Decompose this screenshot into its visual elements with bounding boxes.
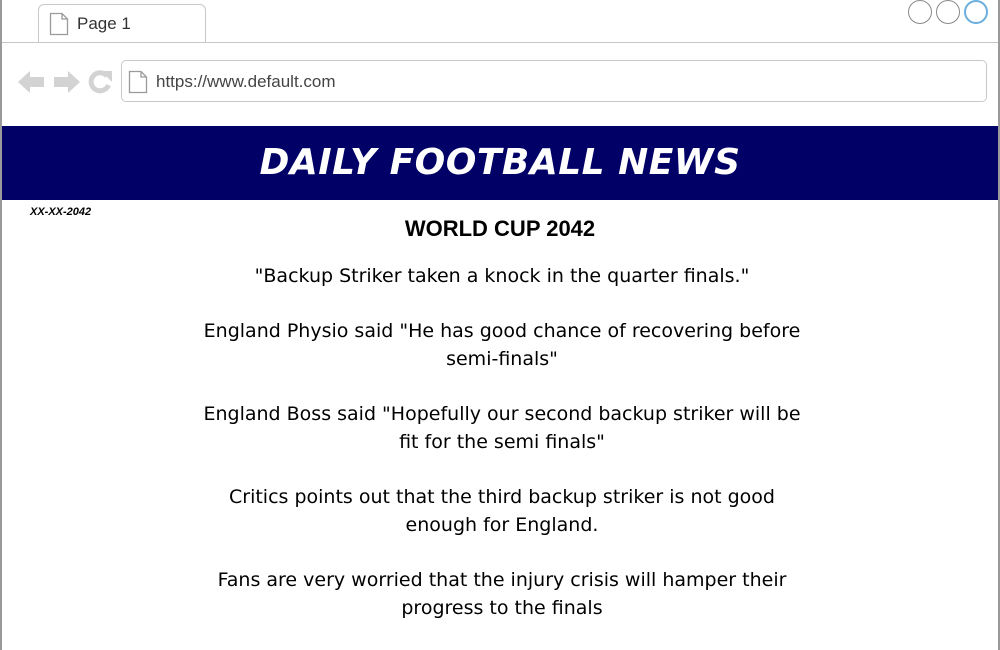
arrow-left-icon[interactable] [16,68,46,101]
navigation-bar [2,43,998,125]
tab-label: Page 1 [77,14,131,33]
page-icon [49,12,69,41]
url-bar[interactable] [121,60,987,102]
article-headline: WORLD CUP 2042 [404,216,596,241]
tab-strip: Page 1 [2,0,998,43]
browser-window: Page 1 https://www.default.com DAILY FOO… [0,0,1000,650]
url-input[interactable] [156,72,956,92]
article-paragraph: "Backup Striker taken a knock in the qua… [254,265,750,287]
site-title: DAILY FOOTBALL NEWS [259,142,741,183]
close-button[interactable] [964,0,988,24]
article-paragraph: England Boss said "Hopefully our second … [203,403,801,453]
news-banner: DAILY FOOTBALL NEWS [2,126,998,200]
minimize-button[interactable] [908,0,932,24]
article-paragraph: Critics points out that the third backup… [229,486,775,536]
page-icon [128,70,148,99]
article-body: "Backup Striker taken a knock in the qua… [202,262,802,649]
article-paragraph: Fans are very worried that the injury cr… [217,569,787,619]
maximize-button[interactable] [936,0,960,24]
window-controls [908,0,992,26]
tab-page-1[interactable]: Page 1 [38,4,206,42]
reload-icon[interactable] [86,68,114,101]
arrow-right-icon[interactable] [52,68,82,101]
article-paragraph: England Physio said "He has good chance … [203,320,801,370]
